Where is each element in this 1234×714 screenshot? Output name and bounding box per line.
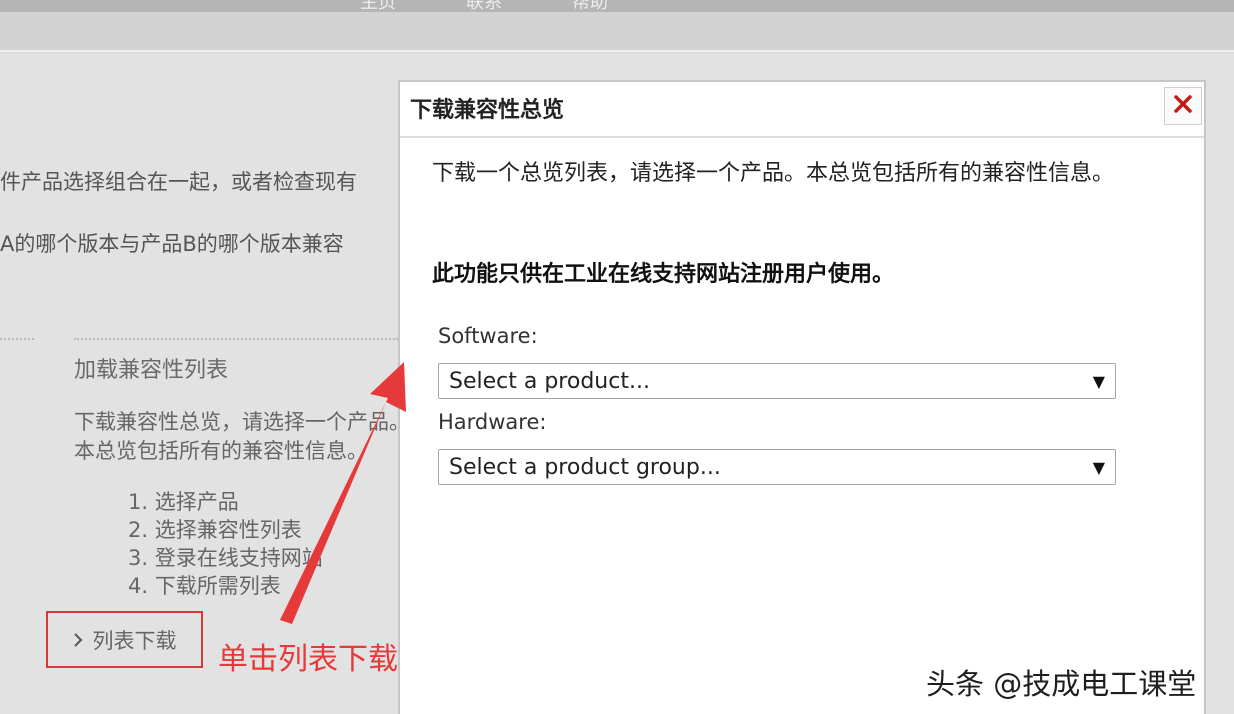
watermark: 头条 @技成电工课堂 — [926, 667, 1197, 701]
annotation-arrow-icon — [280, 362, 406, 624]
